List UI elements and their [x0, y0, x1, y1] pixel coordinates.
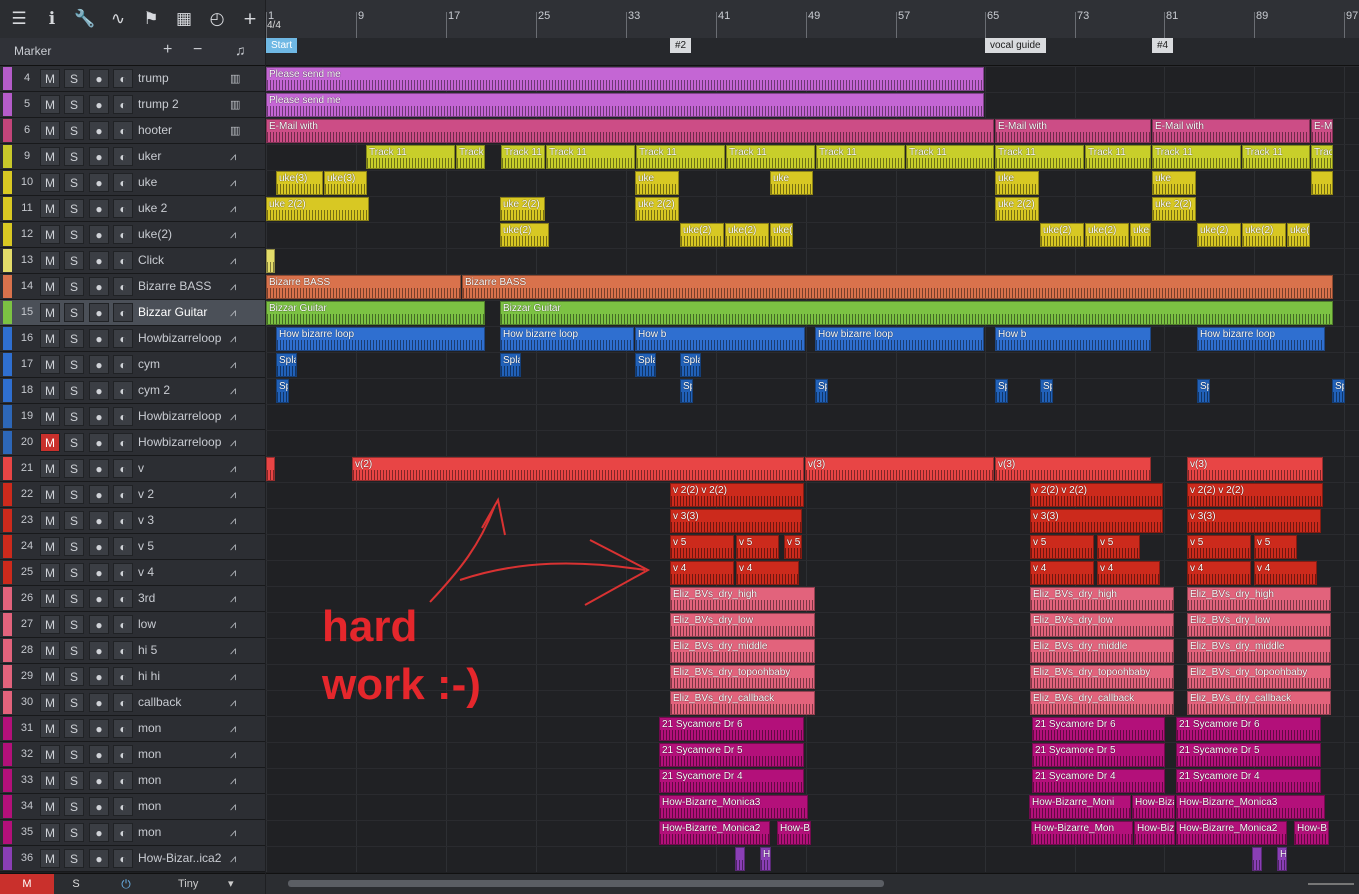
annotation-arrows: [429, 497, 651, 606]
scribble-arrow-up: [429, 497, 506, 603]
scribble-arrow-right: [459, 539, 651, 606]
